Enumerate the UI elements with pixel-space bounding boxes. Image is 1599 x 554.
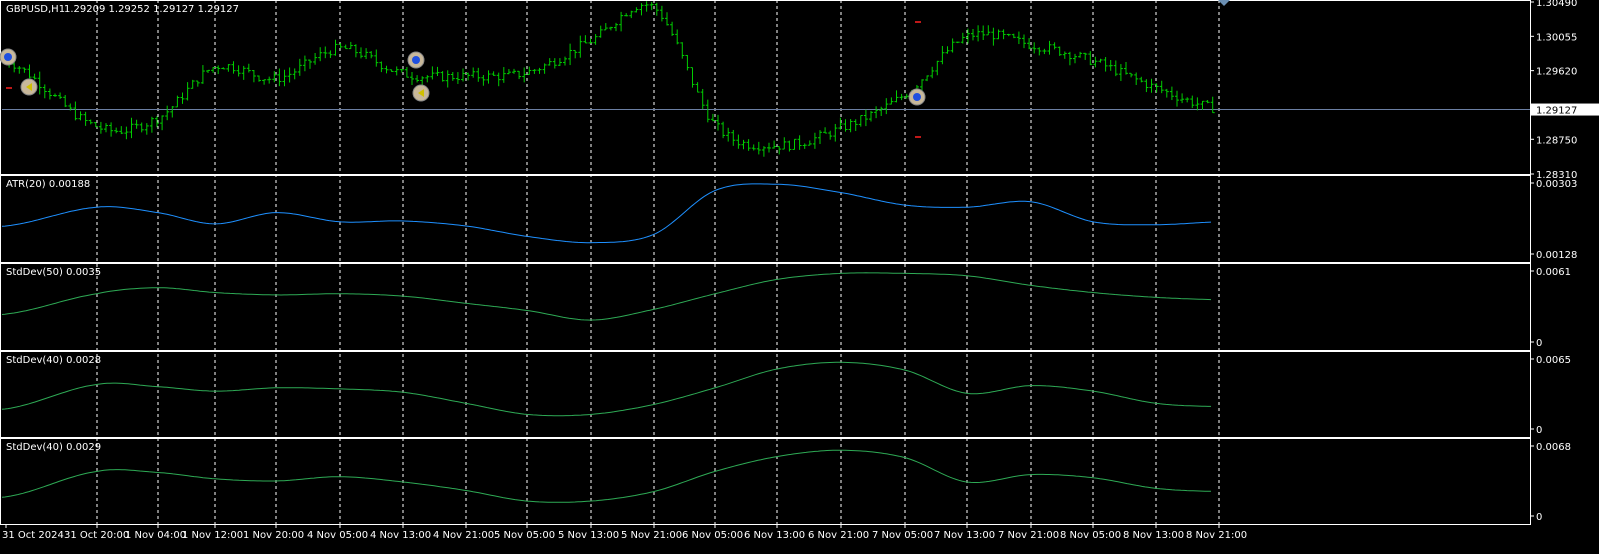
time-label: 5 Nov 05:00 [494,530,555,541]
buy-marker-icon[interactable] [0,48,17,66]
price-label: 1.28750 [1536,135,1577,146]
time-label: 6 Nov 05:00 [682,530,743,541]
indicator-max-label: 0.0068 [1536,442,1571,453]
indicator-label: ATR(20) 0.00188 [6,179,90,190]
price-label: 1.30490 [1536,0,1577,9]
time-label: 8 Nov 13:00 [1123,530,1184,541]
indicator-min-label: 0.00128 [1536,250,1577,261]
symbol-label: GBPUSD,H1 [6,4,65,15]
time-label: 1 Nov 04:00 [125,530,186,541]
time-label: 8 Nov 05:00 [1060,530,1121,541]
time-label: 7 Nov 05:00 [872,530,933,541]
time-label: 6 Nov 13:00 [744,530,805,541]
indicator-max-label: 0.0061 [1536,267,1571,278]
time-label: 7 Nov 13:00 [934,530,995,541]
sell-marker-icon[interactable] [412,84,430,102]
indicator-label: StdDev(40) 0.0029 [6,442,101,453]
price-label: 1.30055 [1536,32,1577,43]
time-label: 7 Nov 21:00 [998,530,1059,541]
time-label: 4 Nov 13:00 [370,530,431,541]
time-label: 1 Nov 20:00 [243,530,304,541]
time-label: 6 Nov 21:00 [808,530,869,541]
indicator-min-label: 0 [1536,512,1542,523]
current-price-label: 1.29127 [1536,106,1577,117]
time-label: 8 Nov 21:00 [1186,530,1247,541]
indicator-label: StdDev(40) 0.0028 [6,355,101,366]
time-label: 5 Nov 13:00 [558,530,619,541]
time-label: 31 Oct 2024 [2,530,64,541]
sell-marker-icon[interactable] [20,78,38,96]
indicator-label: StdDev(50) 0.0035 [6,267,101,278]
buy-marker-icon[interactable] [908,88,926,106]
time-label: 4 Nov 05:00 [307,530,368,541]
indicator-min-label: 0 [1536,425,1542,436]
indicator-max-label: 0.0065 [1536,355,1571,366]
time-label: 31 Oct 20:00 [64,530,129,541]
time-label: 5 Nov 21:00 [621,530,682,541]
time-label: 4 Nov 21:00 [433,530,494,541]
indicator-max-label: 0.00303 [1536,179,1577,190]
buy-marker-icon[interactable] [407,51,425,69]
trading-chart[interactable]: GBPUSD,H1 1.29209 1.29252 1.29127 1.2912… [0,0,1599,554]
price-label: 1.29620 [1536,67,1577,78]
ohlc-label: 1.29209 1.29252 1.29127 1.29127 [64,4,239,15]
time-label: 1 Nov 12:00 [182,530,243,541]
indicator-min-label: 0 [1536,338,1542,349]
